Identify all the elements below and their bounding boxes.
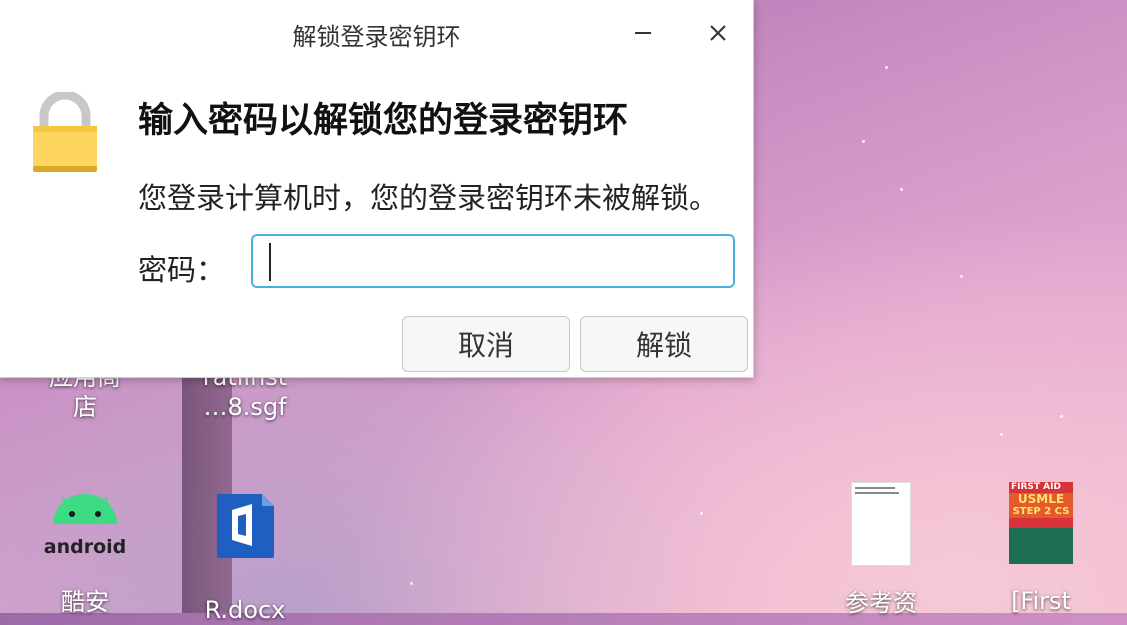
book-cover-icon: FIRST AID USMLE STEP 2 CS (1009, 482, 1073, 564)
desktop-icon-first-aid-pdf[interactable]: FIRST AID USMLE STEP 2 CS [First (986, 482, 1096, 616)
document-thumbnail-icon (851, 482, 911, 566)
cancel-button[interactable]: 取消 (402, 316, 570, 372)
wallpaper-sparkle (1000, 433, 1003, 436)
minimize-button[interactable] (628, 18, 658, 48)
text-caret (269, 243, 271, 281)
password-input[interactable] (251, 234, 735, 288)
minimize-icon (635, 32, 651, 34)
cover-subtitle: STEP 2 CS (1009, 506, 1073, 518)
desktop-icon-docx-file[interactable]: R.docx (190, 490, 300, 625)
wallpaper-sparkle (960, 275, 963, 278)
wallpaper-sparkle (900, 188, 903, 191)
dialog-heading: 输入密码以解锁您的登录密钥环 (138, 101, 629, 141)
wallpaper-sparkle (410, 582, 413, 585)
desktop-icon-reference-file[interactable]: 参考资 (826, 482, 936, 618)
wallpaper-sparkle (700, 512, 703, 515)
unlock-button[interactable]: 解锁 (580, 316, 748, 372)
dialog-titlebar[interactable]: 解锁登录密钥环 (0, 0, 753, 68)
desktop-icon-android-app[interactable]: android 酷安 (30, 492, 140, 617)
android-wordmark: android (43, 536, 127, 558)
password-label: 密码： (138, 253, 226, 287)
desktop-icon-label: R.docx (204, 596, 286, 624)
dialog-description: 您登录计算机时，您的登录密钥环未被解锁。 (138, 181, 719, 215)
wallpaper-sparkle (862, 140, 865, 143)
desktop-icon-label: [First (1011, 587, 1071, 615)
lock-icon (33, 92, 97, 172)
wallpaper-sparkle (1060, 415, 1063, 418)
wallpaper-sparkle (885, 66, 888, 69)
desktop-icon-label: 参考资 (845, 589, 917, 617)
desktop-icon-label: …8.sgf (203, 393, 287, 421)
unlock-keyring-dialog: 解锁登录密钥环 输入密码以解锁您的登录密钥环 您登录计算机时，您的登录密钥环未被… (0, 0, 754, 378)
cover-subtitle: USMLE (1009, 493, 1073, 506)
desktop-icon-label: 店 (73, 393, 97, 421)
office-doc-icon (217, 494, 274, 558)
close-icon (710, 25, 726, 41)
close-button[interactable] (703, 18, 733, 48)
